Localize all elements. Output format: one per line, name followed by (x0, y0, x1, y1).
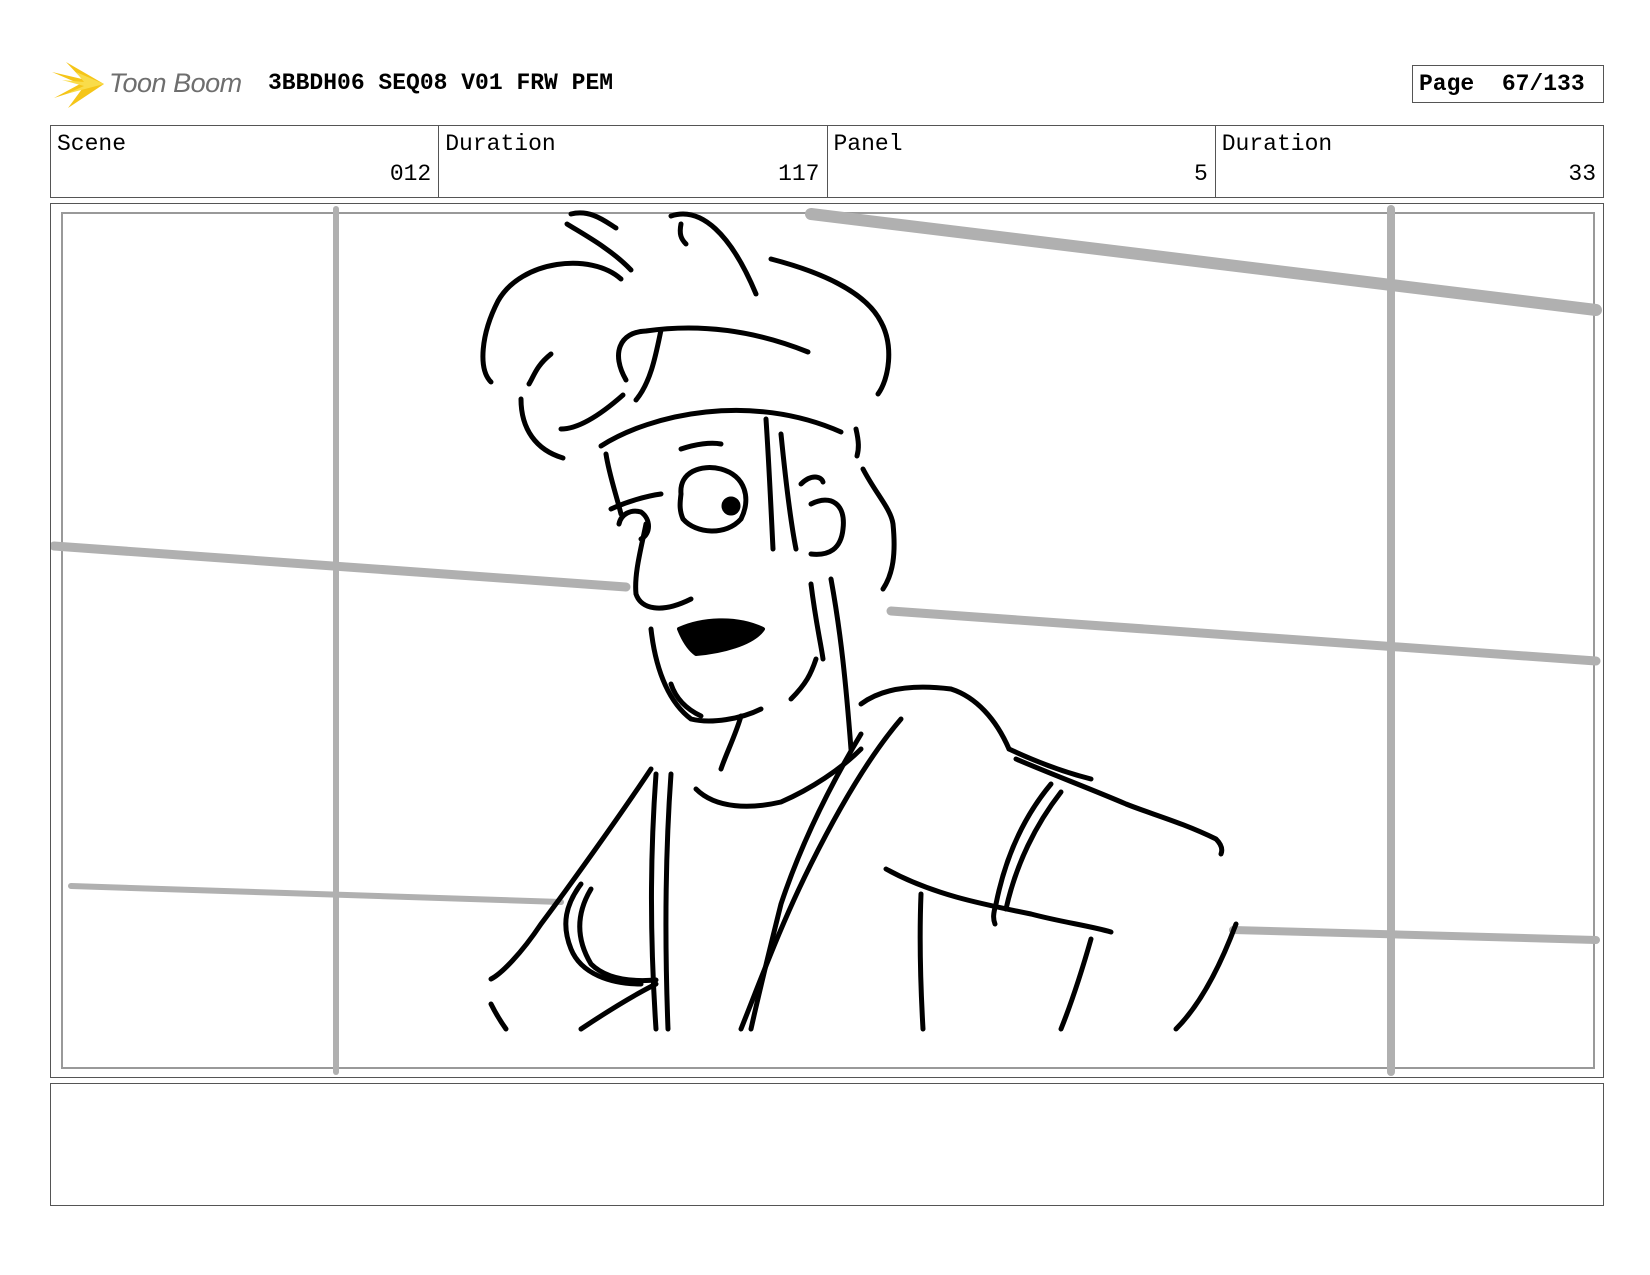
panel-duration-cell: Duration 33 (1216, 126, 1603, 197)
panel-notes (50, 1083, 1604, 1206)
storyboard-panel (50, 203, 1604, 1078)
scene-duration-label: Duration (445, 131, 556, 157)
window-grid (51, 205, 1602, 1076)
page-indicator: Page 67/133 (1412, 65, 1604, 103)
page-number: 67/133 (1501, 71, 1585, 97)
panel-sketch (51, 205, 1602, 1076)
panel-value: 5 (1193, 161, 1208, 187)
panel-duration-value: 33 (1568, 161, 1596, 187)
starburst-icon (52, 62, 104, 108)
panel-info-table: Scene 012 Duration 117 Panel 5 Duration … (50, 125, 1604, 198)
panel-duration-label: Duration (1221, 131, 1333, 157)
scene-duration-value: 117 (778, 161, 820, 187)
brand-name: Toon Boom (109, 68, 242, 98)
panel-label: Panel (833, 131, 903, 157)
scene-label: Scene (57, 131, 127, 157)
page-label: Page (1419, 71, 1475, 97)
scene-cell: Scene 012 (51, 126, 440, 197)
document-title: 3BBDH06 SEQ08 V01 FRW PEM (268, 70, 614, 96)
scene-value: 012 (389, 161, 432, 187)
panel-cell: Panel 5 (828, 126, 1216, 197)
scene-duration-cell: Duration 117 (439, 126, 828, 197)
character-sketch (480, 210, 1239, 1032)
